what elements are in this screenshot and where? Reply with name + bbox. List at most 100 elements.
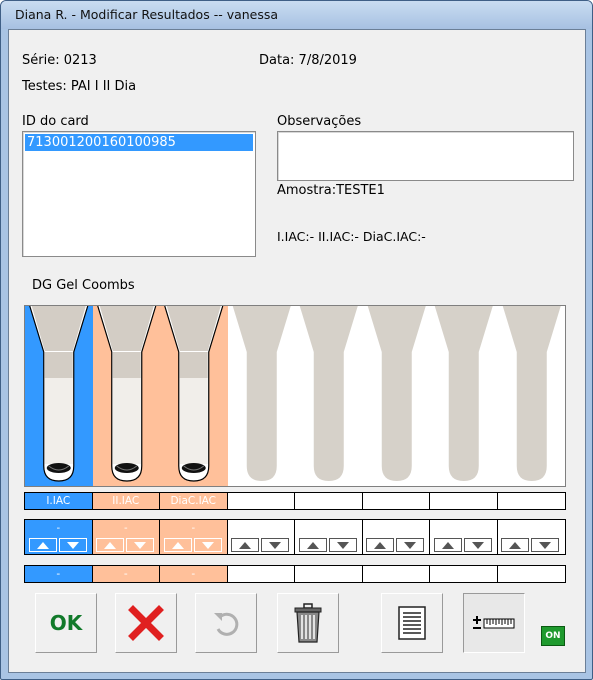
triangle-down-icon bbox=[471, 542, 484, 549]
report-icon bbox=[398, 606, 426, 640]
triangle-up-icon bbox=[306, 542, 319, 549]
column-result bbox=[295, 566, 363, 582]
cancel-x-icon bbox=[128, 605, 164, 641]
reaction-value bbox=[498, 522, 566, 536]
decrease-reaction-button[interactable] bbox=[328, 538, 357, 552]
gel-tube-active[interactable] bbox=[160, 305, 228, 486]
card-name: DG Gel Coombs bbox=[32, 278, 135, 293]
reaction-value bbox=[363, 522, 430, 536]
column-label bbox=[227, 493, 295, 509]
decrease-reaction-button[interactable] bbox=[58, 538, 87, 552]
column-label: DiaC.IAC bbox=[160, 493, 228, 509]
gel-tube-active[interactable] bbox=[25, 305, 93, 486]
gel-tube-empty[interactable] bbox=[295, 306, 363, 486]
gel-tube-empty[interactable] bbox=[227, 306, 295, 486]
triangle-down-icon bbox=[404, 542, 417, 549]
reaction-selector: - bbox=[25, 520, 93, 554]
reaction-selector: - bbox=[160, 520, 228, 554]
results-summary: I.IAC:- II.IAC:- DiaC.IAC:- bbox=[277, 229, 426, 244]
increase-reaction-button[interactable] bbox=[231, 538, 260, 552]
column-label bbox=[497, 493, 565, 509]
reaction-value bbox=[228, 522, 295, 536]
column-result bbox=[362, 566, 430, 582]
window-title: Diana R. - Modificar Resultados -- vanes… bbox=[15, 7, 279, 22]
card-id-label: ID do card bbox=[22, 114, 89, 129]
testes-label: Testes: PAI I II Dia bbox=[22, 79, 137, 94]
on-indicator-icon: ON bbox=[541, 626, 565, 646]
serie-label: Série: 0213 bbox=[22, 53, 97, 68]
ok-icon: OK bbox=[49, 611, 83, 635]
column-result: - bbox=[92, 566, 160, 582]
triangle-down-icon bbox=[66, 542, 79, 549]
gel-tube-empty[interactable] bbox=[362, 306, 430, 486]
triangle-up-icon bbox=[171, 542, 184, 549]
increase-reaction-button[interactable] bbox=[433, 538, 462, 552]
column-label: I.IAC bbox=[25, 493, 93, 509]
reaction-selector bbox=[362, 520, 430, 554]
column-result bbox=[227, 566, 295, 582]
increase-reaction-button[interactable] bbox=[96, 538, 125, 552]
decrease-reaction-button[interactable] bbox=[126, 538, 155, 552]
gel-card bbox=[24, 305, 566, 487]
column-label: II.IAC bbox=[92, 493, 160, 509]
triangle-up-icon bbox=[441, 542, 454, 549]
data-label: Data: 7/8/2019 bbox=[259, 53, 357, 68]
reaction-selector bbox=[497, 520, 566, 554]
increase-reaction-button[interactable] bbox=[366, 538, 395, 552]
gel-tube-empty[interactable] bbox=[430, 306, 498, 486]
reaction-value: - bbox=[56, 523, 61, 534]
triangle-down-icon bbox=[269, 542, 282, 549]
result-row: --- bbox=[24, 565, 566, 583]
window: Diana R. - Modificar Resultados -- vanes… bbox=[0, 0, 593, 680]
increase-reaction-button[interactable] bbox=[163, 538, 192, 552]
column-label bbox=[362, 493, 430, 509]
observacoes-field[interactable] bbox=[277, 131, 574, 181]
reaction-selector bbox=[295, 520, 363, 554]
reaction-selector bbox=[227, 520, 295, 554]
triangle-up-icon bbox=[509, 542, 522, 549]
reaction-value: - bbox=[123, 523, 128, 534]
column-label bbox=[430, 493, 498, 509]
decrease-reaction-button[interactable] bbox=[463, 538, 492, 552]
column-result: - bbox=[25, 566, 93, 582]
decrease-reaction-button[interactable] bbox=[193, 538, 222, 552]
increase-reaction-button[interactable] bbox=[298, 538, 327, 552]
reaction-value bbox=[295, 522, 362, 536]
gel-tube-active[interactable] bbox=[92, 305, 160, 486]
on-indicator-label: ON bbox=[545, 631, 561, 641]
delete-button[interactable] bbox=[277, 593, 339, 653]
cancel-button[interactable] bbox=[115, 593, 177, 653]
title-bar[interactable]: Diana R. - Modificar Resultados -- vanes… bbox=[1, 1, 592, 29]
undo-icon bbox=[214, 612, 239, 636]
increase-reaction-button[interactable] bbox=[501, 538, 530, 552]
card-id-item[interactable]: 713001200160100985 bbox=[25, 134, 253, 151]
reaction-selector bbox=[430, 520, 498, 554]
triangle-down-icon bbox=[134, 542, 147, 549]
triangle-down-icon bbox=[336, 542, 349, 549]
undo-button[interactable] bbox=[195, 593, 257, 653]
triangle-up-icon bbox=[239, 542, 252, 549]
report-button[interactable] bbox=[381, 593, 443, 653]
triangle-down-icon bbox=[539, 542, 552, 549]
trash-icon bbox=[294, 603, 322, 643]
column-result bbox=[430, 566, 498, 582]
triangle-up-icon bbox=[36, 542, 49, 549]
ok-button[interactable]: OK bbox=[35, 593, 97, 653]
reaction-selector: - bbox=[92, 520, 160, 554]
column-result bbox=[497, 566, 565, 582]
triangle-up-icon bbox=[104, 542, 117, 549]
reaction-selector-row: --- bbox=[24, 519, 566, 555]
adjust-scale-button[interactable] bbox=[463, 593, 525, 653]
decrease-reaction-button[interactable] bbox=[396, 538, 425, 552]
column-result: - bbox=[160, 566, 228, 582]
decrease-reaction-button[interactable] bbox=[531, 538, 560, 552]
column-label bbox=[295, 493, 363, 509]
decrease-reaction-button[interactable] bbox=[261, 538, 290, 552]
plus-minus-scale-icon bbox=[473, 616, 515, 629]
gel-tube-empty[interactable] bbox=[497, 306, 565, 486]
triangle-up-icon bbox=[374, 542, 387, 549]
increase-reaction-button[interactable] bbox=[28, 538, 57, 552]
card-id-list[interactable]: 713001200160100985 bbox=[22, 131, 256, 257]
reaction-value bbox=[430, 522, 497, 536]
triangle-down-icon bbox=[201, 542, 214, 549]
